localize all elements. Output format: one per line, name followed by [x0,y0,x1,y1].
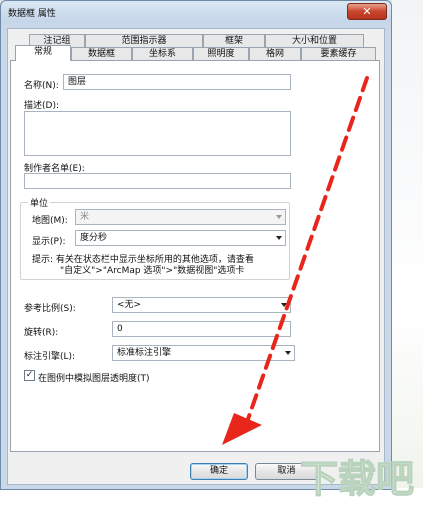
description-label: 描述(D): [24,101,59,111]
units-group-label: 单位 [28,196,51,209]
watermark-logo: 下载吧 [299,456,414,501]
ok-button[interactable]: 确定 [190,463,248,480]
tab-data-frame[interactable]: 数据框 [71,47,132,61]
tab-frame[interactable]: 框架 [203,34,265,48]
display-units-dropdown[interactable]: 度分秒 [75,230,286,246]
display-units-label: 显示(P): [32,237,66,247]
name-label: 名称(N): [24,81,59,91]
reference-scale-label: 参考比例(S): [24,304,76,314]
simulate-transparency-label[interactable]: 在图例中模拟图层透明度(T) [38,371,150,384]
display-units-value: 度分秒 [80,233,108,243]
label-engine-dropdown[interactable]: 标准标注引擎 [112,345,295,361]
chevron-down-icon [276,236,282,240]
rotation-label: 旋转(R): [24,328,59,338]
chevron-down-icon [276,215,282,219]
tab-size-and-position[interactable]: 大小和位置 [265,34,364,48]
reference-scale-value: <无> [117,300,142,310]
credits-input[interactable] [24,173,291,189]
rotation-value: 0 [117,324,123,334]
reference-scale-dropdown[interactable]: <无> [112,297,291,313]
dataframe-properties-dialog: 数据框 属性 ✕ 注记组 范围指示器 框架 大小和位置 常规 数据框 坐标系 照… [0,0,392,490]
label-engine-label: 标注引擎(L): [24,352,76,362]
watermark-text: 下载吧 [300,457,414,501]
rotation-input[interactable]: 0 [112,321,291,337]
tab-feature-cache[interactable]: 要素缓存 [301,47,376,61]
tab-illumination[interactable]: 照明度 [193,47,249,61]
tab-extent-indicators[interactable]: 范围指示器 [85,34,203,48]
map-units-value: 米 [80,212,90,222]
tab-coordinate-system[interactable]: 坐标系 [132,47,193,61]
close-icon: ✕ [362,5,372,18]
checkmark-icon: ✓ [25,370,34,380]
map-units-dropdown: 米 [75,209,286,225]
close-button[interactable]: ✕ [347,3,387,20]
name-input[interactable]: 图层 [63,74,291,90]
chevron-down-icon [281,303,287,307]
title-bar: 数据框 属性 ✕ [1,1,391,23]
simulate-transparency-checkbox[interactable]: ✓ [24,370,35,381]
window-title: 数据框 属性 [8,9,56,19]
hint-text-line2: "自定义">"ArcMap 选项">"数据视图"选项卡 [60,266,245,276]
background-desktop [392,0,423,513]
tab-general[interactable]: 常规 [15,45,71,61]
label-engine-value: 标准标注引擎 [117,348,172,358]
description-textarea[interactable] [24,111,291,156]
tab-grids[interactable]: 格网 [249,47,301,61]
name-value: 图层 [68,77,87,87]
map-units-label: 地图(M): [32,216,68,226]
chevron-down-icon [285,351,291,355]
